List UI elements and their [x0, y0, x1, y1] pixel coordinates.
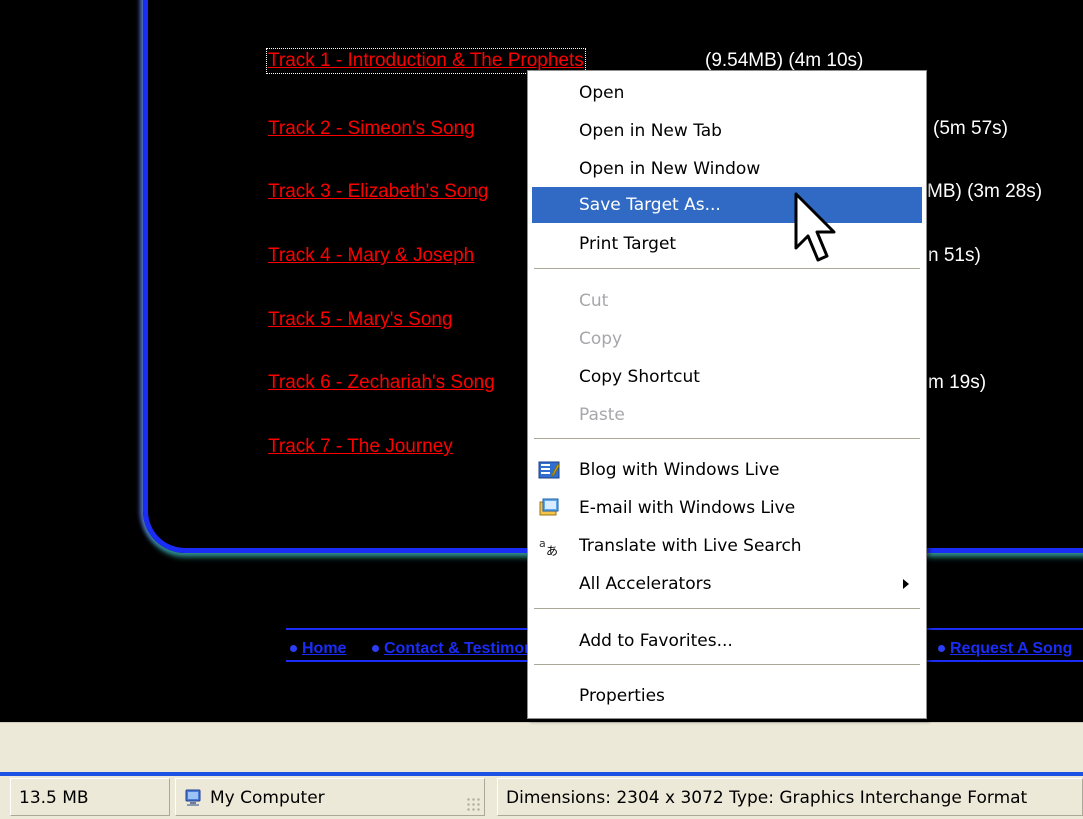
track-info-4: n 51s): [928, 245, 981, 266]
menu-item-all-accelerators[interactable]: All Accelerators: [532, 566, 922, 602]
track-link-2[interactable]: Track 2 - Simeon's Song: [268, 118, 475, 140]
submenu-arrow-icon: [903, 579, 909, 589]
bullet-icon: [938, 645, 945, 653]
menu-item-open-new-tab[interactable]: Open in New Tab: [532, 113, 922, 149]
status-info: Dimensions: 2304 x 3072 Type: Graphics I…: [497, 778, 1083, 816]
nav-request-link[interactable]: Request A Song: [938, 640, 1072, 658]
track-info-1: (9.54MB) (4m 10s): [705, 50, 864, 71]
status-size: 13.5 MB: [10, 778, 170, 816]
bullet-icon: [372, 645, 379, 653]
track-link-6[interactable]: Track 6 - Zechariah's Song: [268, 372, 495, 394]
menu-item-open-new-window[interactable]: Open in New Window: [532, 151, 922, 187]
context-menu: Open Open in New Tab Open in New Window …: [527, 70, 927, 719]
email-icon: [539, 498, 559, 516]
track-link-1[interactable]: Track 1 - Introduction & The Prophets: [266, 48, 586, 74]
nav-home-link[interactable]: Home: [290, 640, 346, 658]
cursor-icon: [794, 192, 836, 262]
resize-grip[interactable]: [466, 797, 480, 811]
menu-item-open[interactable]: Open: [532, 75, 922, 111]
computer-icon: [185, 789, 201, 806]
track-link-4[interactable]: Track 4 - Mary & Joseph: [268, 245, 474, 267]
menu-item-copy[interactable]: Copy: [532, 321, 922, 357]
menu-item-properties[interactable]: Properties: [532, 678, 922, 714]
track-link-7[interactable]: Track 7 - The Journey: [268, 436, 453, 458]
status-zone[interactable]: My Computer: [175, 778, 485, 816]
menu-item-save-target-as[interactable]: Save Target As...: [532, 187, 922, 223]
menu-item-cut[interactable]: Cut: [532, 283, 922, 319]
menu-item-translate-live-search[interactable]: a あ Translate with Live Search: [532, 528, 922, 564]
bullet-icon: [290, 645, 297, 653]
menu-item-paste[interactable]: Paste: [532, 397, 922, 433]
track-link-5[interactable]: Track 5 - Mary's Song: [268, 309, 453, 331]
browser-chrome-strip: [0, 722, 1083, 773]
track-info-2: (5m 57s): [933, 118, 1008, 139]
track-info-3: MB) (3m 28s): [927, 181, 1043, 202]
menu-item-email-windows-live[interactable]: E-mail with Windows Live: [532, 490, 922, 526]
menu-separator: [534, 438, 920, 440]
translate-icon: a あ: [539, 537, 558, 556]
blog-icon: [538, 461, 560, 479]
svg-text:a: a: [539, 537, 546, 550]
menu-item-add-to-favorites[interactable]: Add to Favorites...: [532, 623, 922, 659]
svg-text:あ: あ: [546, 544, 558, 556]
track-info-6: m 19s): [928, 372, 987, 393]
status-bar: 13.5 MB My Computer Dimensions: 2304 x 3…: [0, 776, 1083, 819]
menu-item-print-target[interactable]: Print Target: [532, 226, 922, 262]
menu-separator: [534, 608, 920, 610]
track-link-3[interactable]: Track 3 - Elizabeth's Song: [268, 181, 488, 203]
menu-item-copy-shortcut[interactable]: Copy Shortcut: [532, 359, 922, 395]
menu-separator: [534, 664, 920, 666]
status-zone-label: My Computer: [210, 788, 325, 808]
menu-item-blog-windows-live[interactable]: Blog with Windows Live: [532, 452, 922, 488]
menu-separator: [534, 268, 920, 270]
